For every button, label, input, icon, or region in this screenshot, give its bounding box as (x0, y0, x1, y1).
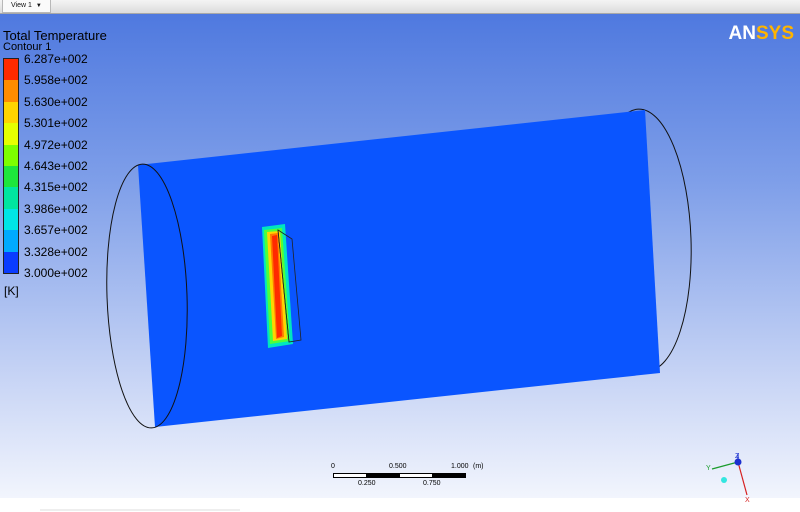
scale-seg-1 (333, 473, 367, 478)
scale-unit: (m) (473, 463, 484, 470)
z-axis-label: Z (735, 453, 740, 460)
tab-label: View 1 (11, 2, 32, 9)
view-tab-bar: View 1 ▼ (0, 0, 800, 14)
scale-seg-3 (399, 473, 433, 478)
scale-seg-2 (366, 473, 400, 478)
y-axis-line (711, 461, 739, 470)
scale-label-0500: 0.500 (389, 463, 407, 470)
tab-view-1[interactable]: View 1 ▼ (2, 0, 51, 13)
x-axis-line (737, 461, 748, 496)
scale-label-0: 0 (331, 463, 335, 470)
y-axis-label: Y (706, 465, 711, 472)
scale-seg-4 (432, 473, 466, 478)
scale-label-1000: 1.000 (451, 463, 469, 470)
3d-scene (106, 108, 692, 429)
axis-triad[interactable]: Y Z X (700, 450, 760, 502)
contour-surface (138, 110, 660, 427)
isometric-view-ball[interactable] (721, 477, 727, 483)
chevron-down-icon[interactable]: ▼ (36, 0, 42, 12)
scale-label-0250: 0.250 (358, 480, 376, 487)
scale-label-0750: 0.750 (423, 480, 441, 487)
bottom-strip (40, 509, 240, 511)
graphics-viewport[interactable]: ANSYS Total Temperature Contour 1 6.287e… (0, 14, 800, 511)
